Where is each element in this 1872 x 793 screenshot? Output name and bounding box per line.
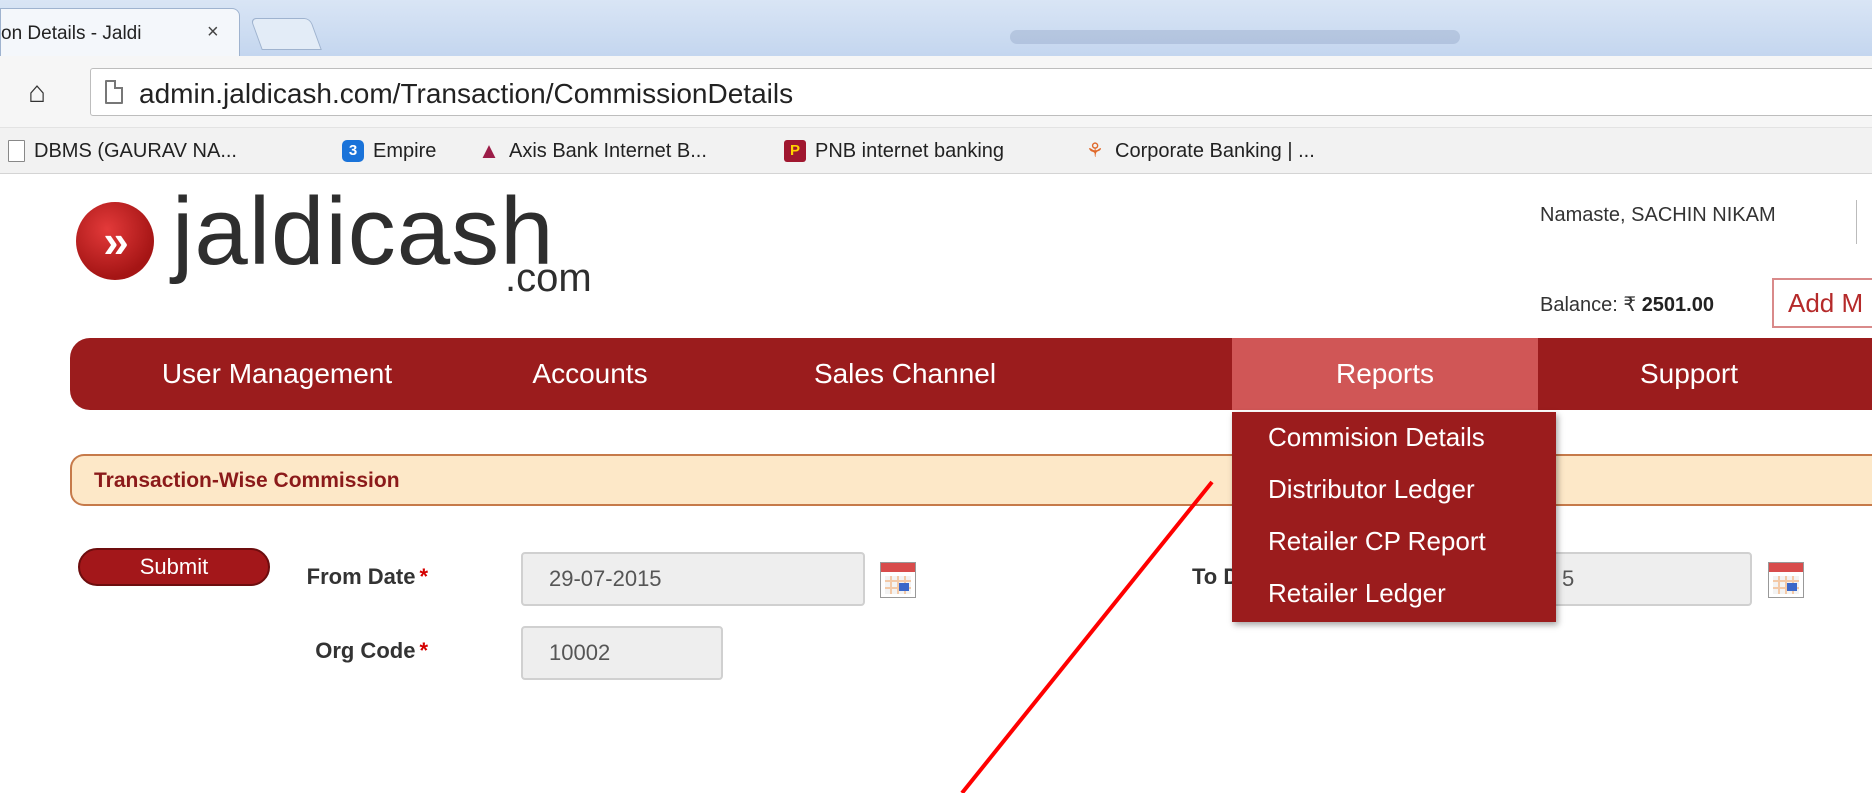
pnb-icon: P bbox=[784, 140, 806, 162]
nav-accounts[interactable]: Accounts bbox=[484, 338, 696, 410]
empire-icon: 3 bbox=[342, 140, 364, 162]
browser-tab-strip: on Details - Jaldi × bbox=[0, 0, 1872, 56]
section-title: Transaction-Wise Commission bbox=[94, 469, 400, 492]
home-icon[interactable]: ⌂ bbox=[28, 78, 46, 108]
bookmark-label: DBMS (GAURAV NA... bbox=[34, 139, 237, 162]
bookmark-label: Corporate Banking | ... bbox=[1115, 139, 1315, 162]
submit-button[interactable]: Submit bbox=[78, 548, 270, 586]
menu-item-commision-details[interactable]: Commision Details bbox=[1268, 422, 1485, 453]
page-icon bbox=[8, 140, 25, 162]
window-title-blurred bbox=[1010, 30, 1460, 44]
balance-display: Balance: ₹ 2501.00 bbox=[1540, 292, 1714, 317]
address-bar[interactable]: admin.jaldicash.com/Transaction/Commissi… bbox=[90, 68, 1872, 116]
org-code-label: Org Code * bbox=[270, 638, 428, 664]
menu-item-distributor-ledger[interactable]: Distributor Ledger bbox=[1268, 474, 1475, 505]
from-date-label: From Date * bbox=[270, 564, 428, 590]
close-tab-icon[interactable]: × bbox=[207, 21, 219, 44]
balance-value: 2501.00 bbox=[1641, 294, 1714, 316]
section-header: Transaction-Wise Commission bbox=[70, 454, 1872, 506]
bookmark-empire[interactable]: 3 Empire bbox=[342, 138, 436, 164]
icici-icon: ⚘ bbox=[1086, 140, 1104, 162]
required-marker: * bbox=[419, 564, 428, 589]
bookmarks-bar: DBMS (GAURAV NA... 3 Empire ▲ Axis Bank … bbox=[0, 128, 1872, 174]
logo-domain-suffix: .com bbox=[505, 256, 592, 300]
bookmark-axis-bank[interactable]: ▲ Axis Bank Internet B... bbox=[478, 138, 707, 164]
logo-arrows-icon[interactable]: » bbox=[76, 202, 154, 280]
from-date-label-text: From Date bbox=[306, 564, 416, 589]
new-tab-button[interactable] bbox=[250, 18, 322, 50]
axis-bank-icon: ▲ bbox=[478, 138, 500, 163]
page-icon bbox=[105, 80, 123, 104]
to-date-calendar-icon[interactable] bbox=[1768, 562, 1804, 598]
nav-sales-channel[interactable]: Sales Channel bbox=[696, 338, 1114, 410]
bookmark-label: Axis Bank Internet B... bbox=[509, 139, 707, 162]
user-greeting: Namaste, SACHIN NIKAM bbox=[1540, 204, 1776, 226]
add-money-button[interactable]: Add M bbox=[1772, 278, 1872, 328]
nav-reports[interactable]: Reports bbox=[1232, 338, 1538, 410]
browser-toolbar: ⌂ admin.jaldicash.com/Transaction/Commis… bbox=[0, 56, 1872, 128]
menu-item-retailer-ledger[interactable]: Retailer Ledger bbox=[1268, 578, 1446, 609]
bookmark-label: Empire bbox=[373, 139, 437, 162]
browser-tab-title: on Details - Jaldi bbox=[1, 23, 142, 44]
bookmark-dbms[interactable]: DBMS (GAURAV NA... bbox=[8, 138, 237, 164]
nav-support[interactable]: Support bbox=[1538, 338, 1840, 410]
menu-item-retailer-cp-report[interactable]: Retailer CP Report bbox=[1268, 526, 1486, 557]
org-code-label-text: Org Code bbox=[315, 638, 416, 663]
bookmark-label: PNB internet banking bbox=[815, 139, 1005, 162]
required-marker: * bbox=[419, 638, 428, 663]
site-page: » jaldicash .com Namaste, SACHIN NIKAM B… bbox=[0, 174, 1872, 793]
main-nav: User Management Accounts Sales Channel R… bbox=[70, 338, 1872, 410]
org-code-input[interactable] bbox=[521, 626, 723, 680]
header-divider bbox=[1856, 200, 1857, 244]
bookmark-pnb[interactable]: P PNB internet banking bbox=[784, 138, 1004, 164]
nav-user-management[interactable]: User Management bbox=[70, 338, 484, 410]
address-url[interactable]: admin.jaldicash.com/Transaction/Commissi… bbox=[139, 78, 793, 110]
browser-tab[interactable]: on Details - Jaldi × bbox=[0, 8, 240, 56]
from-date-input[interactable] bbox=[521, 552, 865, 606]
logo-wordmark[interactable]: jaldicash bbox=[172, 184, 555, 280]
balance-label: Balance: ₹ bbox=[1540, 294, 1637, 316]
reports-dropdown-menu: Commision Details Distributor Ledger Ret… bbox=[1232, 412, 1556, 622]
bookmark-corporate-banking[interactable]: ⚘ Corporate Banking | ... bbox=[1084, 138, 1315, 164]
from-date-calendar-icon[interactable] bbox=[880, 562, 916, 598]
